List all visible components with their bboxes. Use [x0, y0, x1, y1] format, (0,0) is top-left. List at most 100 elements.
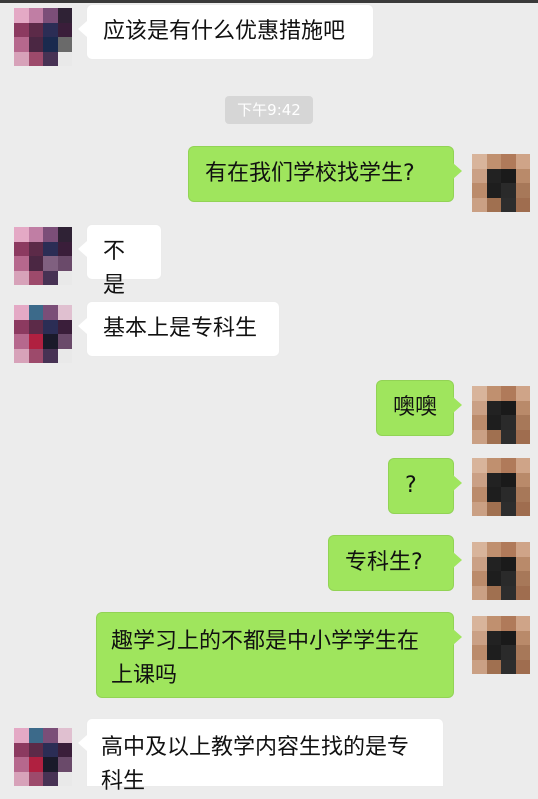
- avatar-pixel: [28, 37, 43, 52]
- avatar-pixel: [57, 348, 72, 363]
- avatar-pixel: [43, 241, 58, 256]
- avatar-pixel: [28, 319, 43, 334]
- avatar-pixel: [501, 472, 516, 487]
- avatar-pixel: [57, 771, 72, 786]
- avatar-pixel: [486, 458, 501, 473]
- avatar-pixel: [501, 487, 516, 502]
- avatar-pixel: [486, 183, 501, 198]
- avatar-pixel: [28, 334, 43, 349]
- message-bubble-incoming[interactable]: 不是: [78, 224, 162, 298]
- avatar-pixel: [501, 501, 516, 516]
- self-avatar[interactable]: [472, 542, 530, 600]
- avatar-pixel: [43, 771, 58, 786]
- avatar-pixel: [472, 183, 487, 198]
- avatar-pixel: [14, 270, 29, 285]
- avatar-pixel: [28, 728, 43, 743]
- avatar-pixel: [501, 556, 516, 571]
- avatar-pixel: [28, 241, 43, 256]
- avatar-pixel: [515, 556, 530, 571]
- contact-avatar[interactable]: [14, 8, 72, 66]
- avatar-pixel: [501, 542, 516, 557]
- avatar-pixel: [43, 757, 58, 772]
- contact-avatar[interactable]: [14, 305, 72, 363]
- message-bubble-outgoing[interactable]: 有在我们学校找学生?: [188, 146, 462, 202]
- avatar-pixel: [515, 645, 530, 660]
- avatar-pixel: [515, 630, 530, 645]
- self-avatar[interactable]: [472, 154, 530, 212]
- avatar-pixel: [472, 645, 487, 660]
- avatar-pixel: [486, 487, 501, 502]
- avatar-pixel: [472, 168, 487, 183]
- avatar-pixel: [486, 616, 501, 631]
- avatar-pixel: [515, 386, 530, 401]
- contact-avatar[interactable]: [14, 728, 72, 786]
- avatar-pixel: [57, 757, 72, 772]
- avatar-pixel: [486, 386, 501, 401]
- avatar-pixel: [57, 742, 72, 757]
- avatar-pixel: [472, 501, 487, 516]
- avatar-pixel: [28, 305, 43, 320]
- avatar-pixel: [501, 616, 516, 631]
- message-bubble-outgoing[interactable]: ?: [388, 458, 462, 514]
- avatar-pixel: [14, 22, 29, 37]
- avatar-pixel: [43, 256, 58, 271]
- avatar-pixel: [501, 415, 516, 430]
- avatar-pixel: [14, 37, 29, 52]
- avatar-pixel: [14, 742, 29, 757]
- message-bubble-incoming[interactable]: 基本上是专科生: [78, 301, 280, 357]
- avatar-pixel: [57, 37, 72, 52]
- avatar-pixel: [28, 22, 43, 37]
- avatar-pixel: [486, 429, 501, 444]
- avatar-pixel: [501, 386, 516, 401]
- avatar-pixel: [515, 168, 530, 183]
- avatar-pixel: [14, 319, 29, 334]
- avatar-pixel: [14, 728, 29, 743]
- message-bubble-incoming[interactable]: 高中及以上教学内容生找的是专科生: [78, 718, 444, 794]
- avatar-pixel: [57, 256, 72, 271]
- avatar-pixel: [472, 154, 487, 169]
- avatar-pixel: [28, 256, 43, 271]
- avatar-pixel: [515, 197, 530, 212]
- avatar-pixel: [501, 154, 516, 169]
- avatar-pixel: [515, 415, 530, 430]
- avatar-pixel: [486, 585, 501, 600]
- avatar-pixel: [486, 501, 501, 516]
- contact-avatar[interactable]: [14, 227, 72, 285]
- avatar-pixel: [28, 757, 43, 772]
- avatar-pixel: [501, 197, 516, 212]
- avatar-pixel: [14, 51, 29, 66]
- self-avatar[interactable]: [472, 386, 530, 444]
- avatar-pixel: [57, 305, 72, 320]
- avatar-pixel: [57, 334, 72, 349]
- avatar-pixel: [515, 542, 530, 557]
- avatar-pixel: [14, 241, 29, 256]
- avatar-pixel: [43, 51, 58, 66]
- avatar-pixel: [472, 585, 487, 600]
- avatar-pixel: [486, 197, 501, 212]
- avatar-pixel: [515, 487, 530, 502]
- avatar-pixel: [57, 728, 72, 743]
- avatar-pixel: [501, 183, 516, 198]
- message-bubble-outgoing[interactable]: 专科生?: [328, 535, 462, 591]
- message-bubble-incoming[interactable]: 应该是有什么优惠措施吧: [78, 4, 374, 60]
- avatar-pixel: [43, 22, 58, 37]
- avatar-pixel: [28, 270, 43, 285]
- avatar-pixel: [472, 386, 487, 401]
- avatar-pixel: [28, 771, 43, 786]
- message-bubble-outgoing[interactable]: 趣学习上的不都是中小学学生在上课吗: [96, 612, 462, 698]
- avatar-pixel: [43, 742, 58, 757]
- self-avatar[interactable]: [472, 616, 530, 674]
- self-avatar[interactable]: [472, 458, 530, 516]
- message-timestamp: 下午9:42: [225, 96, 313, 124]
- avatar-pixel: [43, 270, 58, 285]
- avatar-pixel: [28, 742, 43, 757]
- message-bubble-outgoing[interactable]: 噢噢: [376, 380, 462, 436]
- avatar-pixel: [14, 334, 29, 349]
- avatar-pixel: [515, 183, 530, 198]
- avatar-pixel: [472, 487, 487, 502]
- avatar-pixel: [486, 168, 501, 183]
- avatar-pixel: [472, 458, 487, 473]
- avatar-pixel: [14, 256, 29, 271]
- avatar-pixel: [472, 659, 487, 674]
- avatar-pixel: [14, 348, 29, 363]
